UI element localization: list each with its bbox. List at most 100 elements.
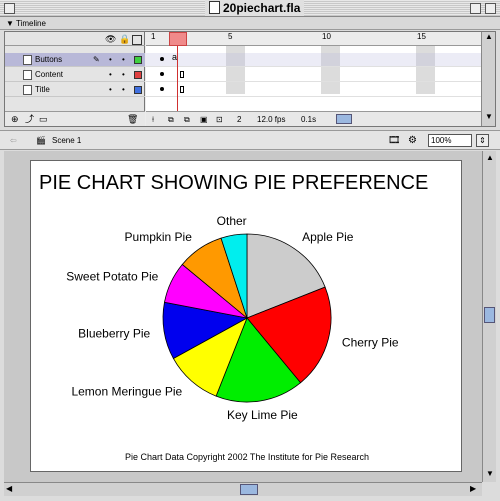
visible-dot[interactable]: •: [109, 83, 112, 97]
lock-dot[interactable]: •: [122, 68, 125, 82]
timeline-panel: 👁 🔒 Buttons ✎ • • Content • • Title • •: [4, 31, 496, 127]
chart-title: PIE CHART SHOWING PIE PREFERENCE: [39, 172, 428, 194]
pie-slice-label: Cherry Pie: [342, 335, 399, 349]
frame-row[interactable]: a: [146, 52, 481, 67]
timeline-header[interactable]: ▼ Timeline: [0, 17, 500, 30]
window-title-bar[interactable]: 20piechart.fla: [0, 0, 500, 17]
scroll-left-icon[interactable]: ◀: [6, 484, 12, 493]
add-folder-icon[interactable]: ▭: [39, 112, 48, 127]
frame-ruler[interactable]: 1 5 10 15: [146, 32, 481, 46]
layer-row-title[interactable]: Title • •: [5, 83, 145, 97]
scroll-right-icon[interactable]: ▶: [470, 484, 476, 493]
frame-rate: 12.0 fps: [257, 115, 286, 124]
pie-slice-label: Key Lime Pie: [227, 408, 298, 422]
document-icon: [209, 1, 220, 14]
close-box[interactable]: [4, 3, 15, 14]
timeline-status-bar: ⍿ ⧉ ⧉ ▣ ⊡ 2 12.0 fps 0.1s: [146, 111, 481, 126]
stage: PIE CHART SHOWING PIE PREFERENCE Apple P…: [30, 160, 462, 472]
layer-name: Title: [35, 85, 50, 94]
layer-icon: [23, 85, 32, 95]
keyframe[interactable]: [160, 72, 164, 76]
stage-horizontal-scrollbar[interactable]: ◀ ▶: [4, 482, 482, 496]
visible-dot[interactable]: •: [109, 68, 112, 82]
pie-slice-label: Apple Pie: [302, 230, 354, 244]
edit-scene-icon[interactable]: 🎞: [388, 131, 401, 151]
ruler-number: 10: [322, 32, 331, 41]
stage-vertical-scrollbar[interactable]: ▲ ▼: [482, 151, 496, 482]
edit-symbols-icon[interactable]: ⚙: [408, 131, 417, 151]
ruler-number: 15: [417, 32, 426, 41]
collapse-triangle-icon[interactable]: ▼: [6, 17, 14, 30]
frame-row[interactable]: [146, 83, 481, 97]
layer-header: 👁 🔒: [5, 32, 145, 46]
onion-skin-icon[interactable]: ⧉: [168, 112, 174, 127]
trash-icon[interactable]: 🗑: [127, 112, 138, 127]
horizontal-scroll-thumb[interactable]: [240, 484, 258, 495]
current-frame: 2: [237, 115, 242, 124]
pie-slice-label: Sweet Potato Pie: [66, 269, 158, 283]
zoom-box[interactable]: [470, 3, 481, 14]
visible-dot[interactable]: •: [109, 53, 112, 67]
zoom-value: 100%: [431, 136, 452, 145]
zoom-field[interactable]: 100%: [428, 134, 472, 147]
layer-color-swatch[interactable]: [134, 56, 142, 64]
layer-icon: [23, 70, 32, 80]
end-frame[interactable]: [180, 71, 184, 78]
playhead-line: [177, 46, 178, 111]
layer-color-swatch[interactable]: [134, 71, 142, 79]
back-arrow-icon[interactable]: ⇦: [10, 131, 17, 151]
layer-name: Content: [35, 70, 64, 79]
pie-chart: PIE CHART SHOWING PIE PREFERENCE Apple P…: [39, 172, 428, 462]
scene-icon: 🎬: [36, 136, 46, 145]
lock-dot[interactable]: •: [122, 53, 125, 67]
playhead[interactable]: [169, 32, 187, 46]
elapsed-time: 0.1s: [301, 115, 317, 124]
window-title-text: 20piechart.fla: [223, 1, 301, 15]
pie-slice-label: Pumpkin Pie: [125, 230, 193, 244]
ruler-number: 5: [228, 32, 233, 41]
add-guide-layer-icon[interactable]: ⤴: [25, 112, 34, 127]
eye-icon[interactable]: 👁: [105, 32, 116, 46]
scroll-down-icon[interactable]: ▼: [485, 112, 493, 121]
frame-row[interactable]: [146, 68, 481, 82]
pencil-icon: ✎: [93, 55, 100, 64]
keyframe[interactable]: [160, 87, 164, 91]
frame-grid[interactable]: 1 5 10 15 a ⍿ ⧉ ⧉ ▣ ⊡ 2 12.0 fps 0.1s: [146, 32, 481, 126]
scene-name[interactable]: Scene 1: [52, 131, 81, 151]
pie-slice-label: Lemon Meringue Pie: [71, 385, 182, 399]
timeline-vertical-scrollbar[interactable]: ▲ ▼: [481, 32, 495, 126]
lock-dot[interactable]: •: [122, 83, 125, 97]
zoom-dropdown-button[interactable]: ⇕: [476, 134, 489, 147]
window-title: 20piechart.fla: [205, 0, 305, 16]
timeline-label: Timeline: [16, 19, 46, 28]
layer-row-content[interactable]: Content • •: [5, 68, 145, 82]
pie-slice-label: Other: [217, 214, 247, 228]
layer-icon: [23, 55, 32, 65]
collapse-box[interactable]: [485, 3, 496, 14]
onion-markers-icon[interactable]: ⊡: [216, 112, 223, 127]
center-frame-icon[interactable]: ⍿: [152, 112, 154, 127]
layer-color-swatch[interactable]: [134, 86, 142, 94]
edit-multiple-icon[interactable]: ▣: [200, 112, 208, 127]
stage-area: PIE CHART SHOWING PIE PREFERENCE Apple P…: [4, 151, 482, 482]
pie-slice-label: Blueberry Pie: [78, 326, 150, 340]
end-frame[interactable]: [180, 86, 184, 93]
chart-footnote: Pie Chart Data Copyright 2002 The Instit…: [125, 452, 369, 462]
layer-list: 👁 🔒 Buttons ✎ • • Content • • Title • •: [5, 32, 145, 126]
scroll-down-icon[interactable]: ▼: [486, 469, 494, 478]
layer-row-buttons[interactable]: Buttons ✎ • •: [5, 53, 145, 67]
timeline-hscroll-thumb[interactable]: [336, 114, 352, 124]
layer-toolbar: ⊕ ⤴ ▭ 🗑: [5, 111, 145, 126]
outline-icon[interactable]: [132, 35, 142, 45]
scroll-up-icon[interactable]: ▲: [485, 32, 493, 41]
add-layer-icon[interactable]: ⊕: [11, 112, 19, 127]
vertical-scroll-thumb[interactable]: [484, 307, 495, 323]
ruler-number: 1: [151, 32, 156, 41]
onion-outline-icon[interactable]: ⧉: [184, 112, 190, 127]
lock-icon[interactable]: 🔒: [119, 32, 130, 46]
edit-bar: ⇦ 🎬 Scene 1 🎞 ⚙ 100% ⇕: [0, 130, 500, 150]
pie-slices: [162, 233, 332, 403]
keyframe[interactable]: [160, 57, 164, 61]
scroll-up-icon[interactable]: ▲: [486, 153, 494, 162]
layer-name: Buttons: [35, 55, 63, 64]
